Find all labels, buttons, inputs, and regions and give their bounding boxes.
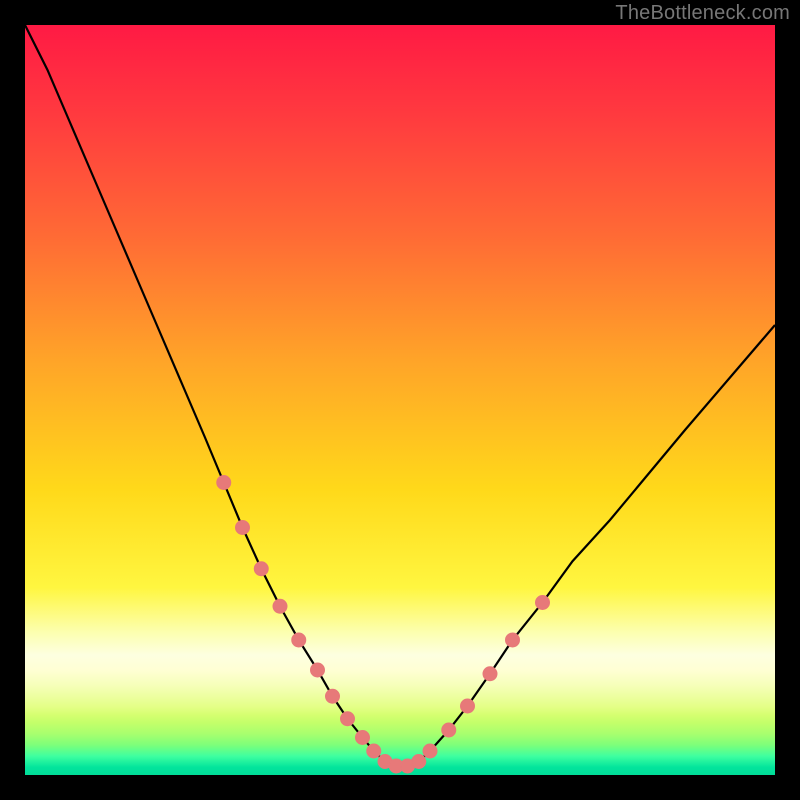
watermark-text: TheBottleneck.com [615, 2, 790, 25]
chart-frame: TheBottleneck.com [0, 0, 800, 800]
plot-area [25, 25, 775, 775]
gradient-background [25, 25, 775, 775]
